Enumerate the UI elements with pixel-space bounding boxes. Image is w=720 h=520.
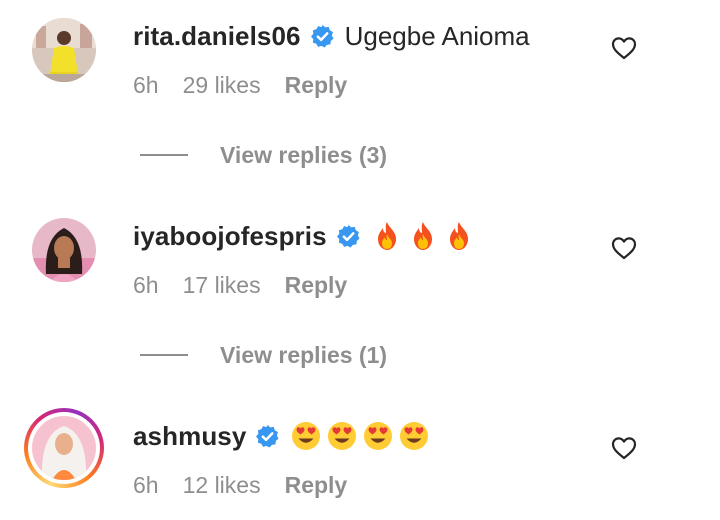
timestamp: 6h bbox=[133, 471, 159, 498]
heart-eyes-emoji-icon bbox=[290, 420, 322, 452]
username[interactable]: iyaboojofespris bbox=[133, 221, 327, 252]
comment-meta: 6h 29 likes Reply bbox=[133, 70, 347, 100]
like-heart-icon[interactable] bbox=[611, 36, 637, 60]
timestamp: 6h bbox=[133, 71, 159, 98]
username[interactable]: rita.daniels06 bbox=[133, 21, 301, 52]
comment-meta: 6h 17 likes Reply bbox=[133, 270, 347, 300]
view-replies-row[interactable]: View replies (3) bbox=[0, 140, 720, 170]
avatar[interactable] bbox=[32, 218, 96, 282]
view-replies-button[interactable]: View replies (1) bbox=[220, 340, 387, 370]
comment-emojis bbox=[290, 420, 430, 452]
comment-header: rita.daniels06 Ugegbe Anioma bbox=[133, 19, 530, 53]
avatar-story-ring[interactable] bbox=[24, 408, 104, 488]
heart-eyes-emoji-icon bbox=[362, 420, 394, 452]
verified-badge-icon bbox=[310, 24, 335, 49]
comment-header: iyaboojofespris bbox=[133, 219, 475, 253]
heart-eyes-emoji-icon bbox=[326, 420, 358, 452]
reply-button[interactable]: Reply bbox=[285, 72, 348, 99]
avatar-image bbox=[32, 218, 96, 282]
comment-text: Ugegbe Anioma bbox=[344, 20, 530, 51]
comment-emojis bbox=[371, 220, 475, 252]
avatar-image bbox=[32, 416, 96, 480]
replies-divider-line bbox=[140, 354, 188, 356]
fire-emoji-icon bbox=[371, 220, 403, 252]
fire-emoji-icon bbox=[407, 220, 439, 252]
replies-divider-line bbox=[140, 154, 188, 156]
avatar[interactable] bbox=[32, 18, 96, 82]
username[interactable]: ashmusy bbox=[133, 421, 246, 452]
likes-count[interactable]: 17 likes bbox=[183, 272, 261, 299]
likes-count[interactable]: 29 likes bbox=[183, 72, 261, 99]
timestamp: 6h bbox=[133, 271, 159, 298]
heart-eyes-emoji-icon bbox=[398, 420, 430, 452]
likes-count[interactable]: 12 likes bbox=[183, 472, 261, 499]
reply-button[interactable]: Reply bbox=[285, 472, 348, 499]
view-replies-row[interactable]: View replies (1) bbox=[0, 340, 720, 370]
comment-meta: 6h 12 likes Reply bbox=[133, 470, 347, 500]
like-heart-icon[interactable] bbox=[611, 236, 637, 260]
comment-header: ashmusy bbox=[133, 419, 430, 453]
avatar bbox=[32, 416, 96, 480]
fire-emoji-icon bbox=[443, 220, 475, 252]
reply-button[interactable]: Reply bbox=[285, 272, 348, 299]
avatar-image bbox=[32, 18, 96, 82]
view-replies-button[interactable]: View replies (3) bbox=[220, 140, 387, 170]
verified-badge-icon bbox=[255, 424, 280, 449]
like-heart-icon[interactable] bbox=[611, 436, 637, 460]
verified-badge-icon bbox=[336, 224, 361, 249]
